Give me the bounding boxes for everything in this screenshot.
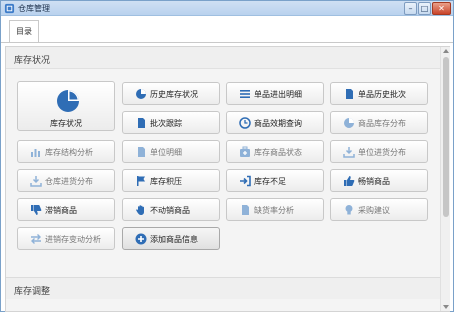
unit-detail-button[interactable]: 单位明细 (122, 140, 220, 163)
structure-analysis-button[interactable]: 库存结构分析 (17, 140, 115, 163)
pie-chart-icon (57, 90, 79, 112)
pie-chart-icon (136, 89, 146, 99)
slow-seller-button[interactable]: 滞销商品 (17, 198, 115, 221)
document-icon (242, 205, 249, 215)
hand-icon (136, 205, 144, 215)
inout-distribution-label: 仓库进货分布 (45, 177, 93, 186)
purchase-advice-button[interactable]: 采购建议 (330, 198, 428, 221)
history-stock-status-label: 历史库存状况 (150, 90, 198, 99)
history-stock-status-button[interactable]: 历史库存状况 (122, 82, 220, 105)
expiry-query-button[interactable]: 商品效期查询 (226, 111, 324, 134)
download-icon (30, 176, 42, 187)
inout-change-analysis-label: 进销存变动分析 (45, 235, 101, 244)
section-title-stock-adjust: 库存调整 (14, 287, 51, 297)
clock-icon (239, 117, 251, 129)
section-title-stock-status: 库存状况 (14, 56, 51, 66)
stock-shortage-label: 库存不足 (254, 177, 286, 186)
item-history-batch-button[interactable]: 单品历史批次 (330, 82, 428, 105)
add-product-info-button[interactable]: 添加商品信息 (122, 227, 220, 250)
flag-icon (137, 176, 145, 186)
maximize-icon: □ (420, 4, 429, 13)
plus-circle-icon (135, 233, 147, 245)
document-icon (346, 89, 353, 99)
stock-shortage-button[interactable]: 库存不足 (226, 169, 324, 192)
tab-catalog[interactable]: 目录 (9, 20, 39, 43)
out-of-stock-rate-label: 缺货率分析 (254, 206, 294, 215)
thumb-up-icon (344, 176, 355, 186)
stock-status-button[interactable]: 库存状况 (17, 81, 115, 131)
section-header-stock-status[interactable]: 库存状况 (6, 47, 440, 69)
minimize-icon: – (408, 4, 413, 13)
inout-change-analysis-button[interactable]: 进销存变动分析 (17, 227, 115, 250)
stock-status-label: 库存状况 (50, 119, 82, 128)
document-icon (138, 118, 145, 128)
unit-inout-distribution-label: 单位进货分布 (358, 148, 406, 157)
stock-item-status-label: 库存商品状态 (254, 148, 302, 157)
close-icon: ✕ (438, 4, 445, 13)
thumb-down-icon (31, 205, 42, 215)
bestseller-label: 畅销商品 (358, 177, 390, 186)
scroll-up-icon[interactable] (443, 48, 449, 54)
app-icon (4, 3, 15, 14)
non-moving-button[interactable]: 不动销商品 (122, 198, 220, 221)
first-aid-icon (240, 146, 250, 157)
non-moving-label: 不动销商品 (150, 206, 190, 215)
stock-backlog-button[interactable]: 库存积压 (122, 169, 220, 192)
button-grid: 库存状况 历史库存状况 单品进出明细 单品历史批次 批次跟踪 商品效期查询 商品… (6, 69, 440, 277)
batch-trace-button[interactable]: 批次跟踪 (122, 111, 220, 134)
tab-divider (1, 42, 453, 43)
stock-item-status-button[interactable]: 库存商品状态 (226, 140, 324, 163)
window-title: 仓库管理 (18, 4, 50, 13)
tab-bar: 目录 (1, 16, 453, 43)
expiry-query-label: 商品效期查询 (254, 119, 302, 128)
unit-detail-label: 单位明细 (150, 148, 182, 157)
pie-chart-icon (344, 118, 354, 128)
item-history-batch-label: 单品历史批次 (358, 90, 406, 99)
out-of-stock-rate-button[interactable]: 缺货率分析 (226, 198, 324, 221)
stock-distribution-button[interactable]: 商品库存分布 (330, 111, 428, 134)
structure-analysis-label: 库存结构分析 (45, 148, 93, 157)
close-button[interactable]: ✕ (432, 2, 451, 15)
download-icon (343, 147, 355, 158)
purchase-advice-label: 采购建议 (358, 206, 390, 215)
batch-trace-label: 批次跟踪 (150, 119, 182, 128)
content-panel: 库存状况 库存状况 历史库存状况 单品进出明细 单品历史批次 批次跟踪 商品效期… (5, 46, 450, 312)
bar-chart-icon (31, 149, 40, 157)
app-window: 仓库管理 – □ ✕ 目录 库存状况 库存状况 历史库存状况 单品进出明细 单品… (0, 0, 454, 312)
exchange-icon (31, 234, 41, 244)
list-icon (240, 90, 250, 98)
unit-inout-distribution-button[interactable]: 单位进货分布 (330, 140, 428, 163)
login-icon (240, 175, 251, 187)
inout-distribution-button[interactable]: 仓库进货分布 (17, 169, 115, 192)
stock-backlog-label: 库存积压 (150, 177, 182, 186)
item-io-detail-label: 单品进出明细 (254, 90, 302, 99)
slow-seller-label: 滞销商品 (45, 206, 77, 215)
document-icon (138, 147, 145, 157)
vertical-scrollbar[interactable] (440, 47, 450, 311)
section-header-stock-adjust[interactable]: 库存调整 (6, 277, 440, 299)
minimize-button[interactable]: – (404, 2, 417, 15)
scroll-down-icon[interactable] (443, 304, 449, 310)
stock-distribution-label: 商品库存分布 (358, 119, 406, 128)
maximize-button[interactable]: □ (418, 2, 431, 15)
scrollbar-thumb[interactable] (443, 57, 449, 217)
item-io-detail-button[interactable]: 单品进出明细 (226, 82, 324, 105)
lightbulb-icon (345, 205, 353, 215)
title-bar: 仓库管理 – □ ✕ (1, 1, 453, 16)
add-product-info-label: 添加商品信息 (150, 235, 198, 244)
bestseller-button[interactable]: 畅销商品 (330, 169, 428, 192)
